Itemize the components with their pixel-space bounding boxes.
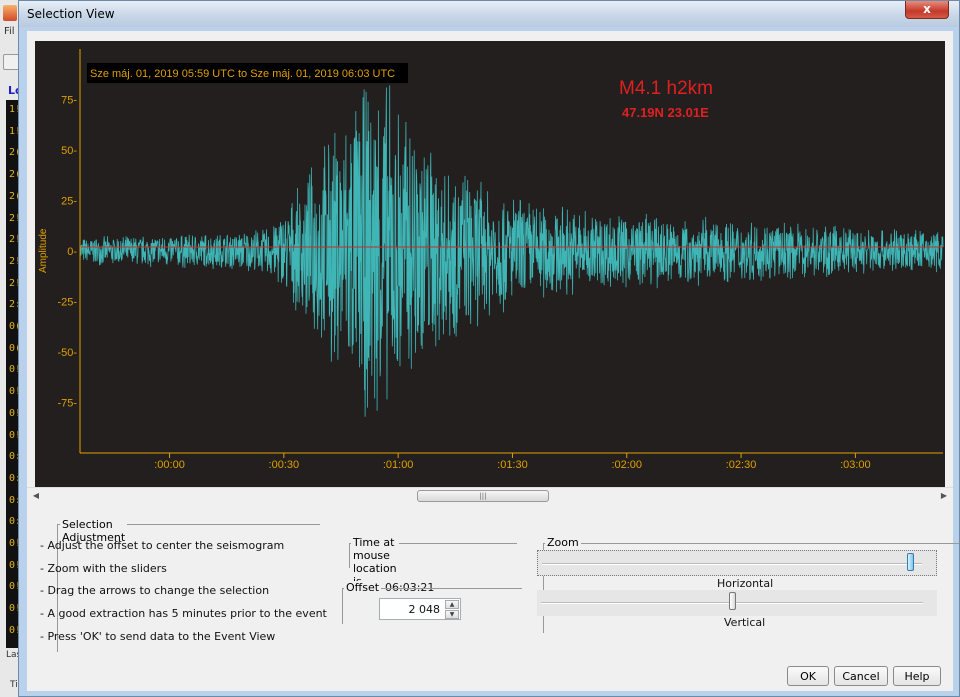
- scroll-right-arrow-icon[interactable]: ▶: [937, 489, 951, 503]
- instruction-item: - Zoom with the sliders: [40, 561, 167, 575]
- close-icon: x: [923, 2, 931, 16]
- vertical-zoom-slider[interactable]: [537, 590, 937, 616]
- instruction-item: - Drag the arrows to change the selectio…: [40, 584, 270, 598]
- event-location: 47.19N 23.01E: [622, 105, 709, 120]
- x-tick-labels: :00:00 :00:30 :01:00 :01:30 :02:00 :02:30 :03:…: [154, 453, 871, 471]
- close-button[interactable]: x: [905, 1, 949, 19]
- background-menu-label: Fil: [4, 26, 15, 37]
- y-tick-labels: 75- 50- 25- 0- -25- -50- -75-: [57, 95, 77, 410]
- y-tick-label: 50-: [61, 145, 77, 157]
- scroll-left-arrow-icon[interactable]: ◀: [29, 489, 43, 503]
- instruction-item: - Press 'OK' to send data to the Event V…: [40, 629, 276, 643]
- x-tick-label: :00:30: [269, 459, 300, 471]
- offset-spinner[interactable]: 2 048 ▲ ▼: [379, 598, 461, 620]
- horizontal-scrollbar[interactable]: ◀ ||| ▶: [27, 487, 953, 503]
- x-tick-label: :02:00: [611, 459, 642, 471]
- x-tick-label: :00:00: [154, 459, 185, 471]
- seismogram-chart[interactable]: 75- 50- 25- 0- -25- -50- -75- :00:00 :00:30 :01:…: [35, 41, 945, 487]
- horizontal-zoom-thumb[interactable]: [906, 553, 914, 571]
- offset-title: Offset: [344, 581, 382, 594]
- instruction-item: - A good extraction has 5 minutes prior …: [40, 607, 327, 621]
- y-axis-label: Amplitude: [38, 228, 49, 273]
- x-tick-label: :03:00: [840, 459, 871, 471]
- y-tick-label: 75-: [61, 95, 77, 107]
- help-button[interactable]: Help: [893, 666, 941, 686]
- y-tick-label: 0-: [67, 246, 77, 258]
- horizontal-zoom-slider[interactable]: [537, 550, 937, 576]
- scrollbar-thumb[interactable]: |||: [417, 490, 549, 502]
- title-bar[interactable]: Selection View x: [3, 1, 959, 27]
- selection-view-window: Selection View x 75- 50- 25- 0- -25- -50- -75-…: [3, 0, 960, 697]
- zoom-title: Zoom: [545, 536, 581, 549]
- window-title: Selection View: [27, 7, 115, 21]
- cancel-button[interactable]: Cancel: [834, 666, 888, 686]
- x-tick-label: :02:30: [726, 459, 757, 471]
- vertical-zoom-thumb[interactable]: [729, 592, 736, 610]
- y-tick-label: -25-: [57, 297, 77, 309]
- ok-button[interactable]: OK: [787, 666, 829, 686]
- y-tick-label: 25-: [61, 196, 77, 208]
- seismogram-trace: [79, 85, 944, 417]
- offset-value[interactable]: 2 048: [409, 603, 441, 616]
- seismogram-plot[interactable]: 75- 50- 25- 0- -25- -50- -75- :00:00 :00:30 :01:…: [35, 41, 945, 487]
- event-magnitude: M4.1 h2km: [619, 78, 713, 99]
- java-app-icon: [3, 5, 17, 21]
- y-tick-label: -75-: [57, 398, 77, 410]
- horizontal-zoom-label: Horizontal: [717, 577, 774, 590]
- x-tick-label: :01:30: [497, 459, 528, 471]
- spinner-up-icon[interactable]: ▲: [445, 600, 459, 609]
- spinner-down-icon[interactable]: ▼: [445, 610, 459, 619]
- vertical-zoom-label: Vertical: [724, 616, 766, 629]
- time-range-label: Sze máj. 01, 2019 05:59 UTC to Sze máj. …: [90, 68, 395, 80]
- y-tick-label: -50-: [57, 347, 77, 359]
- instruction-item: - Adjust the offset to center the seismo…: [40, 539, 285, 552]
- x-tick-label: :01:00: [383, 459, 414, 471]
- trace-layer: [79, 85, 944, 417]
- dialog-content: 75- 50- 25- 0- -25- -50- -75- :00:00 :00:30 :01:…: [27, 31, 959, 691]
